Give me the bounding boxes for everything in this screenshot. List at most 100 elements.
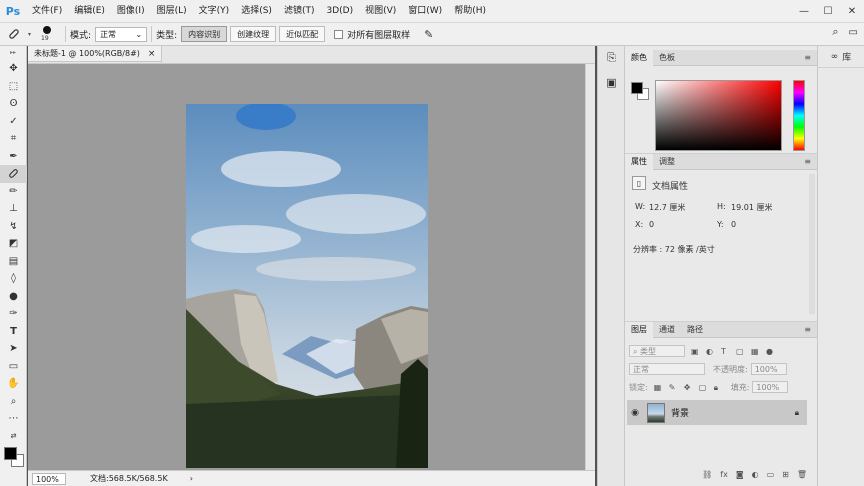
tab-layers[interactable]: 图层 <box>625 321 653 338</box>
layer-mask-icon[interactable]: ◙ <box>736 470 744 484</box>
vertical-scrollbar[interactable] <box>585 64 595 470</box>
menu-select[interactable]: 选择(S) <box>235 0 278 22</box>
fill-field[interactable]: 100% <box>752 381 789 393</box>
gradient-tool-icon[interactable]: ▤ <box>0 253 27 271</box>
layer-name[interactable]: 背景 <box>671 406 689 419</box>
pen-tool-icon[interactable]: ✑ <box>0 305 27 323</box>
menu-file[interactable]: 文件(F) <box>26 0 68 22</box>
status-menu-icon[interactable]: › <box>190 474 193 483</box>
filter-toggle-icon[interactable]: ● <box>766 347 775 356</box>
type-create-texture-button[interactable]: 创建纹理 <box>230 26 277 42</box>
layer-filter-select[interactable]: ⌕ 类型 <box>629 345 685 357</box>
layer-style-icon[interactable]: fx <box>720 470 728 484</box>
lock-transparent-icon[interactable]: ▦ <box>654 383 663 392</box>
delete-layer-icon[interactable]: 🗑︎ <box>797 470 807 484</box>
menu-window[interactable]: 窗口(W) <box>402 0 448 22</box>
toolbox-handle[interactable]: ▸▸ <box>0 46 26 60</box>
crop-tool-icon[interactable]: ⌗ <box>0 130 27 148</box>
tab-channels[interactable]: 通道 <box>653 322 681 338</box>
panel-menu-icon[interactable]: ≡ <box>804 50 811 66</box>
tab-adjustments[interactable]: 调整 <box>653 154 681 170</box>
color-spectrum[interactable] <box>655 80 782 151</box>
lock-artboard-icon[interactable]: ▢ <box>699 383 708 392</box>
minimize-button[interactable]: — <box>792 0 816 22</box>
hue-slider[interactable] <box>793 80 805 151</box>
sample-all-layers-checkbox[interactable] <box>334 29 344 39</box>
panel-menu-icon[interactable]: ≡ <box>804 154 811 170</box>
zoom-field[interactable]: 100% <box>32 472 66 485</box>
mode-select[interactable]: 正常 ⌄ <box>95 26 148 42</box>
menu-3d[interactable]: 3D(D) <box>320 0 359 22</box>
tab-swatches[interactable]: 色板 <box>653 50 681 66</box>
brush-tool-icon[interactable]: ✏ <box>0 183 27 201</box>
lock-all-icon[interactable]: 🔒︎ <box>714 383 723 392</box>
history-brush-tool-icon[interactable]: ↯ <box>0 218 27 236</box>
lasso-tool-icon[interactable]: ʘ <box>0 95 27 113</box>
pressure-icon[interactable]: ✎ <box>424 28 433 41</box>
menu-view[interactable]: 视图(V) <box>359 0 402 22</box>
smart-object-filter-icon[interactable]: ▦ <box>751 347 760 356</box>
adjustment-filter-icon[interactable]: ◐ <box>706 347 715 356</box>
zoom-tool-icon[interactable]: ⌕ <box>0 393 27 411</box>
more-tools-icon[interactable]: ⋯ <box>0 410 27 428</box>
shape-tool-icon[interactable]: ▭ <box>0 358 27 376</box>
blur-tool-icon[interactable]: ◊ <box>0 270 27 288</box>
new-layer-icon[interactable]: ⊞ <box>782 470 789 484</box>
brush-preset-picker[interactable]: 19 <box>35 23 61 45</box>
type-proximity-match-button[interactable]: 近似匹配 <box>279 26 326 42</box>
menu-type[interactable]: 文字(Y) <box>193 0 236 22</box>
healing-brush-tool-icon[interactable] <box>0 165 27 183</box>
actions-panel-icon[interactable]: ▣ <box>598 70 625 94</box>
tab-properties[interactable]: 属性 <box>625 153 653 170</box>
maximize-button[interactable]: ☐ <box>816 0 840 22</box>
menu-filter[interactable]: 滤镜(T) <box>278 0 321 22</box>
close-button[interactable]: ✕ <box>840 0 864 22</box>
marquee-tool-icon[interactable]: ⬚ <box>0 78 27 96</box>
layer-row[interactable]: ◉ 背景 🔒︎ <box>627 400 807 425</box>
hand-tool-icon[interactable]: ✋ <box>0 375 27 393</box>
lock-position-icon[interactable]: ✥ <box>684 383 693 392</box>
swap-colors-icon[interactable]: ⇄ <box>0 428 27 446</box>
dodge-tool-icon[interactable]: ● <box>0 288 27 306</box>
history-panel-icon[interactable]: ⎘ <box>598 46 625 70</box>
link-layers-icon[interactable]: ⛓ <box>702 470 712 484</box>
properties-scrollbar[interactable] <box>809 174 815 314</box>
adjustment-layer-icon[interactable]: ◐ <box>752 470 759 484</box>
workspace-icon[interactable]: ▭ <box>849 27 858 38</box>
tab-color[interactable]: 颜色 <box>625 49 653 66</box>
eraser-tool-icon[interactable]: ◩ <box>0 235 27 253</box>
menu-layer[interactable]: 图层(L) <box>151 0 193 22</box>
lock-image-icon[interactable]: ✎ <box>669 383 678 392</box>
menu-edit[interactable]: 编辑(E) <box>68 0 111 22</box>
menu-help[interactable]: 帮助(H) <box>448 0 492 22</box>
bandage-icon[interactable] <box>0 23 28 45</box>
x-value[interactable]: 0 <box>649 220 654 229</box>
close-tab-icon[interactable]: × <box>148 49 156 59</box>
color-panel-foreground[interactable] <box>631 82 643 94</box>
search-icon[interactable]: ⌕ <box>832 25 838 39</box>
quick-select-tool-icon[interactable]: ✓ <box>0 113 27 131</box>
eyedropper-tool-icon[interactable]: ✒ <box>0 148 27 166</box>
tool-preset-dropdown-icon[interactable]: ▾ <box>28 31 31 38</box>
blend-mode-select[interactable]: 正常 <box>629 363 705 375</box>
menu-image[interactable]: 图像(I) <box>111 0 151 22</box>
move-tool-icon[interactable]: ✥ <box>0 60 27 78</box>
canvas[interactable] <box>28 64 585 470</box>
path-select-tool-icon[interactable]: ➤ <box>0 340 27 358</box>
type-tool-icon[interactable]: T <box>0 323 27 341</box>
tab-paths[interactable]: 路径 <box>681 322 709 338</box>
stamp-tool-icon[interactable]: ⊥ <box>0 200 27 218</box>
shape-filter-icon[interactable]: ▢ <box>736 347 745 356</box>
type-content-aware-button[interactable]: 内容识别 <box>181 26 228 42</box>
width-value[interactable]: 12.7 厘米 <box>649 202 685 213</box>
document-tab[interactable]: 未标题-1 @ 100%(RGB/8#) × <box>28 46 163 62</box>
panel-menu-icon[interactable]: ≡ <box>804 322 811 338</box>
pixel-filter-icon[interactable]: ▣ <box>691 347 700 356</box>
type-filter-icon[interactable]: T <box>721 347 730 356</box>
new-group-icon[interactable]: ▭ <box>767 470 775 484</box>
height-value[interactable]: 19.01 厘米 <box>731 202 772 213</box>
opacity-field[interactable]: 100% <box>750 363 787 375</box>
eye-icon[interactable]: ◉ <box>627 408 643 418</box>
library-button[interactable]: ∞ 库 <box>818 46 864 68</box>
foreground-color-swatch[interactable] <box>4 447 17 460</box>
